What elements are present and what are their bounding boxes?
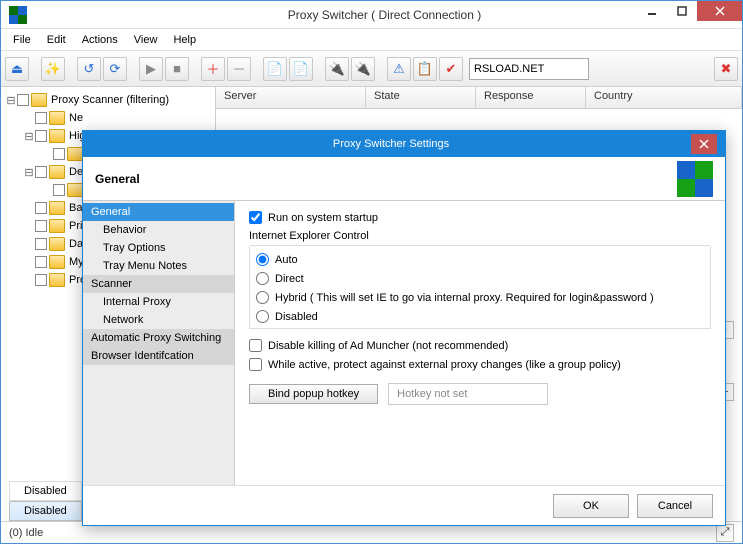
col-country[interactable]: Country — [586, 87, 742, 108]
page2-icon[interactable]: 📄 — [289, 57, 313, 81]
ok-button[interactable]: OK — [553, 494, 629, 518]
dialog-title: Proxy Switcher Settings — [91, 138, 691, 150]
menu-edit[interactable]: Edit — [39, 32, 74, 48]
doc-icon[interactable]: 📋 — [413, 57, 437, 81]
search-input[interactable] — [469, 58, 589, 80]
expand-icon[interactable]: ⤢ — [716, 524, 734, 542]
col-server[interactable]: Server — [216, 87, 366, 108]
col-response[interactable]: Response — [476, 87, 586, 108]
titlebar: Proxy Switcher ( Direct Connection ) — [1, 1, 742, 29]
refresh2-icon[interactable]: ⟳ — [103, 57, 127, 81]
app-logo-icon — [9, 6, 27, 24]
hotkey-field[interactable]: Hotkey not set — [388, 383, 548, 405]
wand-icon[interactable]: ✨ — [41, 57, 65, 81]
nav-item[interactable]: Behavior — [83, 221, 234, 239]
menu-help[interactable]: Help — [165, 32, 204, 48]
nav-item[interactable]: Scanner — [83, 275, 234, 293]
page1-icon[interactable]: 📄 — [263, 57, 287, 81]
tree-root[interactable]: ⊟ Proxy Scanner (filtering) — [5, 91, 211, 109]
remove-icon[interactable]: － — [227, 57, 251, 81]
nav-item[interactable]: Tray Options — [83, 239, 234, 257]
ie-control-group: Auto Direct Hybrid ( This will set IE to… — [249, 246, 711, 329]
nav-item[interactable]: Tray Menu Notes — [83, 257, 234, 275]
minimize-button[interactable] — [637, 1, 667, 21]
chk-protect-input[interactable] — [249, 358, 262, 371]
nav-item[interactable]: General — [83, 203, 234, 221]
close-button[interactable] — [697, 1, 742, 21]
nav-item[interactable]: Automatic Proxy Switching — [83, 329, 234, 347]
radio-disabled[interactable]: Disabled — [256, 307, 704, 326]
settings-dialog: Proxy Switcher Settings General GeneralB… — [82, 130, 726, 526]
dialog-logo-icon — [677, 161, 713, 197]
plug2-icon[interactable]: 🔌 — [351, 57, 375, 81]
dialog-close-button[interactable] — [691, 134, 717, 154]
nav-item[interactable]: Network — [83, 311, 234, 329]
add-icon[interactable]: ＋ — [201, 57, 225, 81]
eject-icon[interactable]: ⏏ — [5, 57, 29, 81]
chk-admuncher[interactable]: Disable killing of Ad Muncher (not recom… — [249, 339, 711, 352]
toolbar: ⏏ ✨ ↺ ⟳ ▶ ■ ＋ － 📄 📄 🔌 🔌 ⚠ 📋 ✔ ✖ — [1, 51, 742, 87]
dialog-main: Run on system startup Internet Explorer … — [235, 201, 725, 485]
chk-run-startup-input[interactable] — [249, 211, 262, 224]
nav-item[interactable]: Internal Proxy — [83, 293, 234, 311]
radio-auto[interactable]: Auto — [256, 250, 704, 269]
refresh-icon[interactable]: ↺ — [77, 57, 101, 81]
chk-protect[interactable]: While active, protect against external p… — [249, 358, 711, 371]
chk-admuncher-input[interactable] — [249, 339, 262, 352]
bind-hotkey-button[interactable]: Bind popup hotkey — [249, 384, 378, 404]
nav-item[interactable]: Browser Identifcation — [83, 347, 234, 365]
menu-view[interactable]: View — [126, 32, 166, 48]
status-idle: (0) Idle — [9, 527, 43, 539]
cancel-button[interactable]: Cancel — [637, 494, 713, 518]
tab-disabled-1[interactable]: Disabled — [9, 501, 82, 521]
maximize-button[interactable] — [667, 1, 697, 21]
alert-icon[interactable]: ⚠ — [387, 57, 411, 81]
check-icon[interactable]: ✔ — [439, 57, 463, 81]
menu-file[interactable]: File — [5, 32, 39, 48]
ie-control-label: Internet Explorer Control — [249, 230, 711, 242]
delete-icon[interactable]: ✖ — [714, 57, 738, 81]
window-title: Proxy Switcher ( Direct Connection ) — [35, 8, 734, 22]
radio-direct[interactable]: Direct — [256, 269, 704, 288]
tab-disabled-2[interactable]: Disabled — [9, 481, 82, 501]
chk-run-startup[interactable]: Run on system startup — [249, 211, 711, 224]
stop-icon[interactable]: ■ — [165, 57, 189, 81]
dialog-titlebar: Proxy Switcher Settings — [83, 131, 725, 157]
play-icon[interactable]: ▶ — [139, 57, 163, 81]
plug1-icon[interactable]: 🔌 — [325, 57, 349, 81]
dialog-header-label: General — [95, 172, 140, 186]
menubar: File Edit Actions View Help — [1, 29, 742, 51]
dialog-nav: GeneralBehaviorTray OptionsTray Menu Not… — [83, 201, 235, 485]
radio-hybrid[interactable]: Hybrid ( This will set IE to go via inte… — [256, 288, 704, 307]
col-state[interactable]: State — [366, 87, 476, 108]
menu-actions[interactable]: Actions — [74, 32, 126, 48]
tree-node[interactable]: Ne — [5, 109, 211, 127]
